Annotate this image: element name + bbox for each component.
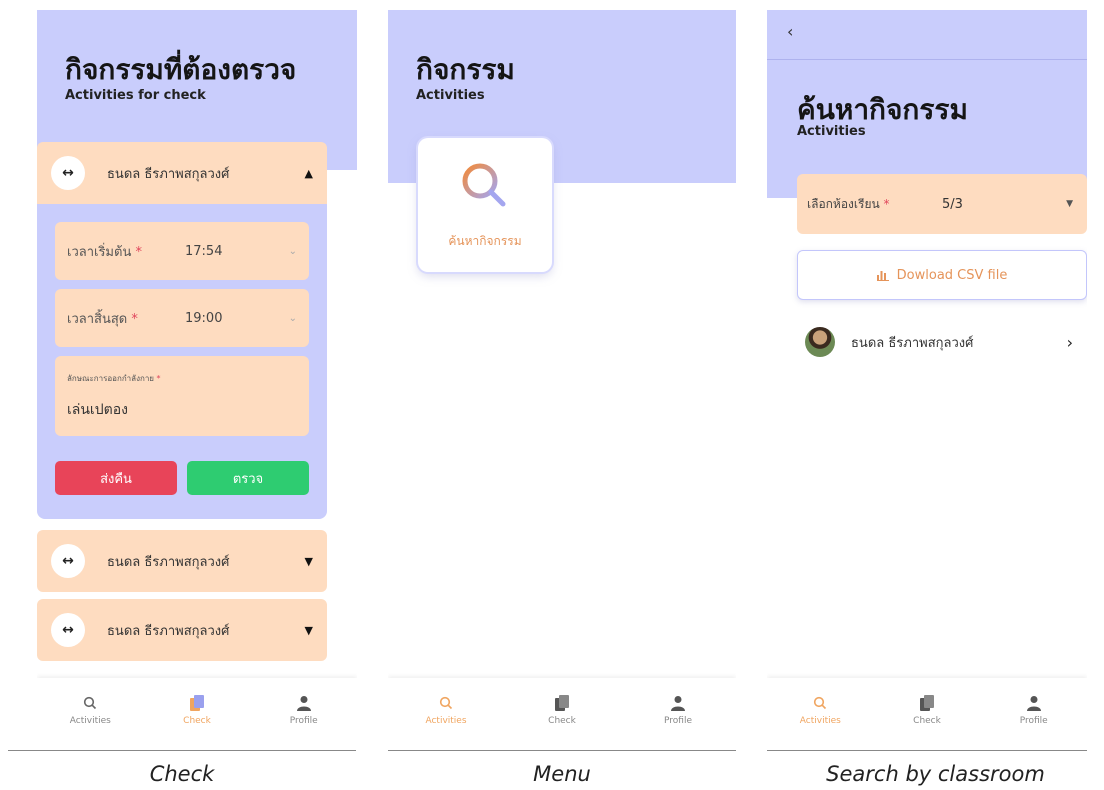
caption-menu: Menu	[533, 762, 591, 786]
activity-details: เวลาเริ่มต้น * 17:54 ⌄ เวลาสิ้นสุด * 19:…	[37, 204, 327, 519]
activity-item-expanded[interactable]: ↔ ธนดล ธีรภาพสกุลวงศ์ ▲	[37, 142, 327, 204]
caret-down-icon[interactable]: ▼	[305, 624, 313, 637]
student-name: ธนดล ธีรภาพสกุลวงศ์	[107, 623, 230, 639]
start-time-value: 17:54	[185, 243, 223, 259]
classroom-label: เลือกห้องเรียน	[807, 196, 880, 211]
avatar	[805, 327, 835, 357]
required-mark: *	[135, 244, 142, 260]
start-time-field[interactable]: เวลาเริ่มต้น * 17:54 ⌄	[55, 222, 309, 280]
user-icon	[669, 694, 687, 712]
chevron-down-icon: ⌄	[288, 312, 297, 324]
menu-screen: กิจกรรม Activities ค้นหากิจกรรม Activiti…	[388, 10, 736, 750]
bottom-nav: Activities Check Profile	[388, 678, 736, 750]
search-icon	[437, 694, 455, 712]
check-screen: กิจกรรมที่ต้องตรวจ Activities for check …	[37, 10, 357, 750]
student-name: ธนดล ธีรภาพสกุลวงศ์	[851, 335, 974, 351]
back-icon[interactable]: ‹	[787, 22, 793, 41]
nav-check-label: Check	[913, 716, 941, 726]
student-name: ธนดล ธีรภาพสกุลวงศ์	[107, 554, 230, 570]
page-title: กิจกรรมที่ต้องตรวจ	[65, 53, 297, 86]
divider	[8, 750, 356, 751]
exercise-type-field[interactable]: ลักษณะการออกกำลังกาย * เล่นเปตอง	[55, 356, 309, 436]
nav-activities-label: Activities	[425, 716, 467, 726]
document-icon	[553, 694, 571, 712]
document-icon	[188, 694, 206, 712]
search-activity-card[interactable]: ค้นหากิจกรรม	[418, 138, 552, 272]
dumbbell-icon: ↔	[51, 613, 85, 647]
chevron-down-icon: ⌄	[288, 245, 297, 257]
page-subtitle: Activities for check	[65, 88, 206, 103]
caret-down-icon: ▼	[1066, 199, 1073, 209]
user-icon	[295, 694, 313, 712]
nav-activities-label: Activities	[69, 716, 111, 726]
page-title: กิจกรรม	[416, 53, 515, 86]
search-icon	[81, 694, 99, 712]
nav-check[interactable]: Check	[504, 678, 620, 750]
document-icon	[918, 694, 936, 712]
divider	[388, 750, 736, 751]
end-time-field[interactable]: เวลาสิ้นสุด * 19:00 ⌄	[55, 289, 309, 347]
nav-activities-label: Activities	[799, 716, 841, 726]
check-button[interactable]: ตรวจ	[187, 461, 309, 495]
caption-search: Search by classroom	[826, 762, 1045, 786]
activity-item[interactable]: ↔ ธนดล ธีรภาพสกุลวงศ์ ▼	[37, 599, 327, 661]
nav-activities[interactable]: Activities	[37, 678, 144, 750]
student-name: ธนดล ธีรภาพสกุลวงศ์	[107, 166, 230, 182]
nav-profile[interactable]: Profile	[620, 678, 736, 750]
activity-item[interactable]: ↔ ธนดล ธีรภาพสกุลวงศ์ ▼	[37, 530, 327, 592]
nav-check-label: Check	[548, 716, 576, 726]
classroom-select[interactable]: เลือกห้องเรียน * 5/3 ▼	[797, 174, 1087, 234]
card-label: ค้นหากิจกรรม	[448, 234, 522, 248]
nav-profile[interactable]: Profile	[250, 678, 357, 750]
required-mark: *	[883, 196, 890, 211]
classroom-value: 5/3	[942, 196, 963, 212]
search-screen: ‹ ค้นหากิจกรรม Activities เลือกห้องเรียน…	[767, 10, 1087, 750]
exercise-type-label: ลักษณะการออกกำลังกาย	[67, 374, 154, 383]
nav-activities[interactable]: Activities	[767, 678, 874, 750]
caret-up-icon[interactable]: ▲	[305, 167, 313, 180]
dumbbell-icon: ↔	[51, 156, 85, 190]
end-time-value: 19:00	[185, 310, 223, 326]
nav-profile-label: Profile	[664, 716, 692, 726]
student-row[interactable]: ธนดล ธีรภาพสกุลวงศ์ ›	[797, 322, 1087, 362]
return-button[interactable]: ส่งคืน	[55, 461, 177, 495]
header-divider	[767, 59, 1087, 60]
end-time-label: เวลาสิ้นสุด	[67, 311, 128, 327]
bottom-nav: Activities Check Profile	[37, 678, 357, 750]
chevron-right-icon: ›	[1066, 332, 1073, 352]
nav-check[interactable]: Check	[144, 678, 251, 750]
exercise-type-value: เล่นเปตอง	[67, 402, 128, 418]
divider	[767, 750, 1087, 751]
caret-down-icon[interactable]: ▼	[305, 555, 313, 568]
nav-profile[interactable]: Profile	[980, 678, 1087, 750]
download-csv-label: Dowload CSV file	[896, 267, 1008, 283]
nav-profile-label: Profile	[289, 716, 318, 726]
nav-profile-label: Profile	[1019, 716, 1048, 726]
required-mark: *	[156, 374, 161, 383]
nav-check[interactable]: Check	[874, 678, 981, 750]
page-subtitle: Activities	[416, 88, 485, 103]
required-mark: *	[131, 311, 138, 327]
caption-check: Check	[149, 762, 215, 786]
dumbbell-icon: ↔	[51, 544, 85, 578]
search-icon	[457, 158, 513, 218]
nav-activities[interactable]: Activities	[388, 678, 504, 750]
page-subtitle: Activities	[797, 124, 866, 139]
bottom-nav: Activities Check Profile	[767, 678, 1087, 750]
bar-chart-icon	[876, 269, 889, 281]
start-time-label: เวลาเริ่มต้น	[67, 244, 132, 260]
user-icon	[1025, 694, 1043, 712]
search-icon	[811, 694, 829, 712]
download-csv-button[interactable]: Dowload CSV file	[797, 250, 1087, 300]
nav-check-label: Check	[183, 716, 211, 726]
